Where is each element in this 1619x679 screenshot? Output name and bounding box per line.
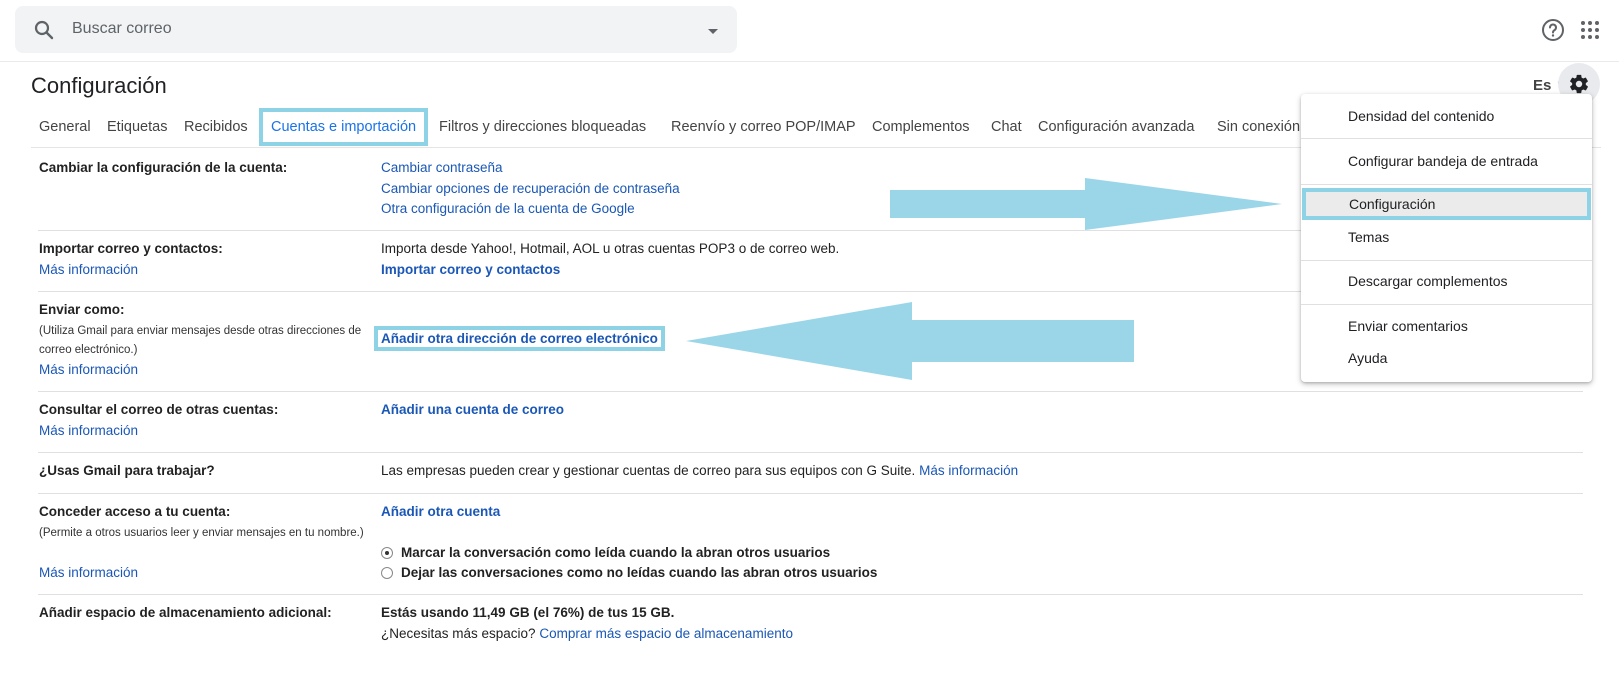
menu-item-densidad[interactable]: Densidad del contenido	[1301, 100, 1592, 132]
row-label: ¿Usas Gmail para trabajar?	[39, 463, 215, 478]
row-description: (Permite a otros usuarios leer y enviar …	[39, 527, 364, 539]
search-bar[interactable]: Buscar correo	[15, 6, 737, 53]
more-info-link[interactable]: Más información	[39, 362, 138, 377]
menu-divider	[1301, 260, 1592, 261]
menu-item-ayuda[interactable]: Ayuda	[1301, 342, 1592, 374]
menu-divider	[1301, 138, 1592, 139]
menu-item-configurar-bandeja[interactable]: Configurar bandeja de entrada	[1301, 145, 1592, 177]
check-mail-row: Consultar el correo de otras cuentas: Má…	[38, 392, 1583, 453]
tab-etiquetas[interactable]: Etiquetas	[99, 108, 175, 146]
search-icon[interactable]	[32, 18, 56, 42]
menu-item-configuracion[interactable]: Configuración	[1302, 188, 1591, 220]
tab-filtros[interactable]: Filtros y direcciones bloqueadas	[431, 108, 654, 146]
menu-divider	[1301, 304, 1592, 305]
tab-configuracion-avanzada[interactable]: Configuración avanzada	[1030, 108, 1202, 146]
storage-row: Añadir espacio de almacenamiento adicion…	[38, 595, 1583, 655]
storage-usage: Estás usando 11,49 GB (el 76%) de tus 15…	[381, 605, 675, 620]
row-label: Enviar como:	[39, 302, 125, 317]
buy-storage-link[interactable]: Comprar más espacio de almacenamiento	[539, 626, 793, 641]
tab-cuentas-importacion[interactable]: Cuentas e importación	[259, 108, 429, 146]
more-info-link[interactable]: Más información	[919, 463, 1018, 478]
search-options-icon[interactable]	[701, 19, 725, 43]
row-label: Añadir espacio de almacenamiento adicion…	[39, 605, 332, 620]
grant-access-row: Conceder acceso a tu cuenta: (Permite a …	[38, 494, 1583, 595]
add-email-address-link[interactable]: Añadir otra dirección de correo electrón…	[374, 326, 665, 351]
row-description: (Utiliza Gmail para enviar mensajes desd…	[39, 325, 362, 356]
more-info-link[interactable]: Más información	[39, 262, 138, 277]
header-divider	[0, 61, 1619, 62]
row-label: Importar correo y contactos:	[39, 241, 223, 256]
language-selector[interactable]: Es	[1533, 77, 1551, 94]
menu-item-temas[interactable]: Temas	[1301, 221, 1592, 253]
help-icon[interactable]	[1540, 17, 1566, 43]
storage-question: ¿Necesitas más espacio? Comprar más espa…	[381, 626, 793, 641]
row-label: Conceder acceso a tu cuenta:	[39, 504, 231, 519]
gear-icon	[1570, 74, 1588, 94]
gsuite-text: Las empresas pueden crear y gestionar cu…	[381, 463, 916, 478]
recovery-options-link[interactable]: Cambiar opciones de recuperación de cont…	[381, 181, 680, 196]
annotation-arrow-right	[890, 178, 1282, 230]
radio-unselected-icon[interactable]	[381, 567, 393, 579]
row-label: Cambiar la configuración de la cuenta:	[39, 160, 288, 175]
page-title: Configuración	[31, 73, 167, 98]
menu-divider	[1301, 184, 1592, 185]
import-description: Importa desde Yahoo!, Hotmail, AOL u otr…	[381, 241, 840, 256]
add-another-account-link[interactable]: Añadir otra cuenta	[381, 504, 500, 519]
annotation-arrow-left	[686, 302, 1134, 380]
radio-option-mark-read[interactable]: Marcar la conversación como leída cuando…	[381, 545, 830, 560]
gsuite-description: Las empresas pueden crear y gestionar cu…	[381, 463, 1018, 478]
search-input[interactable]: Buscar correo	[72, 20, 172, 38]
row-label: Consultar el correo de otras cuentas:	[39, 402, 279, 417]
menu-item-descargar-complementos[interactable]: Descargar complementos	[1301, 265, 1592, 297]
tab-sin-conexion[interactable]: Sin conexión	[1209, 108, 1308, 146]
change-password-link[interactable]: Cambiar contraseña	[381, 160, 503, 175]
add-mail-account-link[interactable]: Añadir una cuenta de correo	[381, 402, 564, 417]
apps-grid-icon[interactable]	[1578, 18, 1602, 42]
radio-option-leave-unread[interactable]: Dejar las conversaciones como no leídas …	[381, 565, 877, 580]
google-account-link[interactable]: Otra configuración de la cuenta de Googl…	[381, 201, 635, 216]
radio-selected-icon[interactable]	[381, 547, 393, 559]
tab-complementos[interactable]: Complementos	[864, 108, 978, 146]
tab-general[interactable]: General	[31, 108, 99, 146]
tab-chat[interactable]: Chat	[983, 108, 1030, 146]
tab-recibidos[interactable]: Recibidos	[176, 108, 256, 146]
more-info-link[interactable]: Más información	[39, 423, 138, 438]
tab-reenvio-pop-imap[interactable]: Reenvío y correo POP/IMAP	[663, 108, 864, 146]
settings-dropdown-menu: Densidad del contenido Configurar bandej…	[1301, 94, 1592, 382]
more-info-link[interactable]: Más información	[39, 565, 138, 580]
gmail-work-row: ¿Usas Gmail para trabajar? Las empresas …	[38, 453, 1583, 494]
import-mail-contacts-link[interactable]: Importar correo y contactos	[381, 262, 560, 277]
menu-item-enviar-comentarios[interactable]: Enviar comentarios	[1301, 310, 1592, 342]
